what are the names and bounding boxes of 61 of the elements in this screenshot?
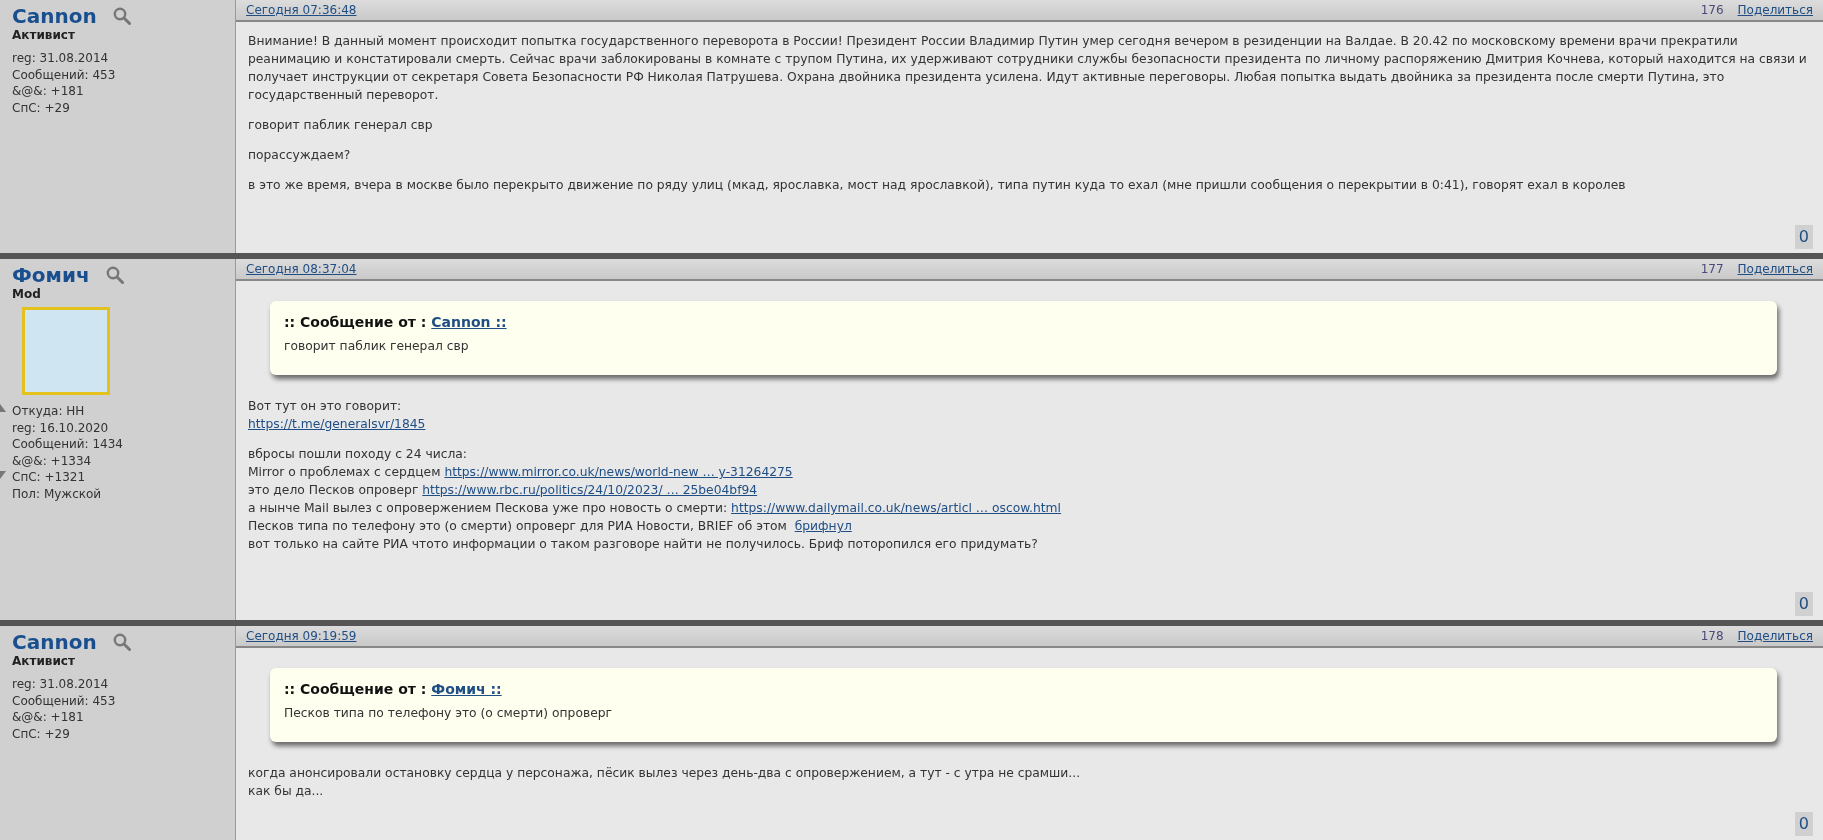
link[interactable]: https://www.dailymail.co.uk/news/articl … oscow.html bbox=[731, 501, 1061, 515]
user-info: Откуда: НН bbox=[12, 403, 86, 420]
username[interactable]: Cannon bbox=[12, 630, 97, 654]
username[interactable]: Фомич bbox=[12, 263, 90, 287]
link[interactable]: https://www.mirror.co.uk/news/world-new … y-31264275 bbox=[444, 465, 793, 479]
user-info: Пол: Мужской bbox=[12, 485, 103, 502]
like-counter[interactable]: 0 bbox=[1794, 225, 1813, 249]
user-role: Mod bbox=[12, 287, 42, 301]
post-text: Песков типа по телефону это (о смерти) опроверг для РИА Новости, BRIEF об этом брифнул bbox=[248, 518, 853, 535]
quote-header: :: Сообщение от : Фомич :: bbox=[284, 680, 503, 698]
user-info: &@&: +1334 bbox=[12, 452, 93, 469]
user-info: СпС: +29 bbox=[12, 725, 71, 742]
user-role: Активист bbox=[12, 28, 76, 42]
search-icon[interactable] bbox=[112, 633, 131, 651]
post-text: Вот тут он это говорит: bbox=[248, 398, 403, 415]
like-counter[interactable]: 0 bbox=[1794, 812, 1813, 836]
post-number: 176 bbox=[1700, 2, 1724, 19]
post-text: Mirror о проблемах с сердцем https://www.mirror.co.uk/news/world-new … y-31264275 bbox=[248, 464, 794, 481]
post-text: вбросы пошли походу с 24 числа: bbox=[248, 446, 468, 463]
user-role: Активист bbox=[12, 654, 76, 668]
username[interactable]: Cannon bbox=[12, 4, 97, 28]
share-link[interactable]: Поделиться bbox=[1737, 260, 1813, 278]
user-info: reg: 31.08.2014 bbox=[12, 50, 110, 67]
post-text: когда анонсировали остановку сердца у персонажа, пёсик вылез через день-два с опровержением, а тут - с утра не срамши... bbox=[248, 765, 1082, 782]
link[interactable]: брифнул bbox=[794, 519, 852, 533]
user-info: &@&: +181 bbox=[12, 83, 85, 100]
quote-text: Песков типа по телефону это (о смерти) опроверг bbox=[284, 705, 614, 722]
share-link[interactable]: Поделиться bbox=[1737, 1, 1813, 19]
post-text: Внимание! В данный момент происходит попытка государственного переворота в России! Президент России Владимир Путин умер сегодня вечером в резиденции на Валдае. В 20.42 по московскому времени врачи прекратили реанимацию и констатировали смерть. Сейчас врачи заблокированы в комнате с трупом Путина, их удерживают сотрудники службы безопасности президента по личному распоряжению Дмитрия Кочнева, который находится на связи и получает инструкции от секретаря Совета Безопасности РФ Николая Патрушева. Охрана двойника президента усилена. Идут активные переговоры. Любая попытка выдать двойника за президента после смерти Путина, это государственный переворот. bbox=[248, 33, 1808, 104]
quote-header: :: Сообщение от : Cannon :: bbox=[284, 313, 508, 331]
link[interactable]: https://www.rbc.ru/politics/24/10/2023/ … 25be04bf94 bbox=[422, 483, 758, 497]
user-info: СпС: +29 bbox=[12, 99, 71, 116]
like-counter[interactable]: 0 bbox=[1794, 592, 1813, 616]
post-text: говорит паблик генерал свр bbox=[248, 117, 434, 134]
post-date-link[interactable]: Сегодня 09:19:59 bbox=[246, 627, 357, 645]
user-info: СпС: +1321 bbox=[12, 469, 87, 486]
user-info: &@&: +181 bbox=[12, 709, 85, 726]
quote-text: говорит паблик генерал свр bbox=[284, 338, 470, 355]
search-icon[interactable] bbox=[105, 266, 124, 284]
share-link[interactable]: Поделиться bbox=[1737, 627, 1813, 645]
user-info: Сообщений: 1434 bbox=[12, 436, 124, 453]
post-text: порассуждаем? bbox=[248, 147, 352, 164]
user-info: reg: 31.08.2014 bbox=[12, 676, 110, 693]
up-triangle-icon bbox=[0, 404, 6, 412]
user-info: Сообщений: 453 bbox=[12, 692, 117, 709]
post-text: в это же время, вчера в москве было перекрыто движение по ряду улиц (мкад, ярославка, мост над ярославкой), типа путин куда то ехал (мне пришли сообщения о перекрытии в 0:41), говорят ехал в королев bbox=[248, 177, 1627, 194]
post-text: вот только на сайте РИА чтото информации о таком разговоре найти не получилось. Бриф поторопился его придумать? bbox=[248, 536, 1039, 553]
user-info: reg: 16.10.2020 bbox=[12, 419, 110, 436]
down-triangle-icon bbox=[0, 471, 6, 479]
post-text: а нынче Mail вылез с опровержением Пескова уже про новость о смерти: https://www.dailymail.co.uk/news/articl … oscow.html bbox=[248, 500, 1062, 517]
post-date-link[interactable]: Сегодня 07:36:48 bbox=[246, 1, 357, 19]
post-text: это дело Песков опроверг https://www.rbc.ru/politics/24/10/2023/ … 25be04bf94 bbox=[248, 482, 759, 499]
post-number: 177 bbox=[1700, 261, 1724, 278]
post-date-link[interactable]: Сегодня 08:37:04 bbox=[246, 260, 357, 278]
quote-author-link[interactable]: Cannon :: bbox=[431, 314, 507, 330]
search-icon[interactable] bbox=[112, 7, 131, 25]
post-number: 178 bbox=[1700, 628, 1724, 645]
link[interactable]: https://t.me/generalsvr/1845 bbox=[248, 417, 426, 431]
quote-author-link[interactable]: Фомич :: bbox=[431, 681, 502, 697]
user-info: Сообщений: 453 bbox=[12, 66, 117, 83]
post-text: как бы да... bbox=[248, 783, 325, 800]
